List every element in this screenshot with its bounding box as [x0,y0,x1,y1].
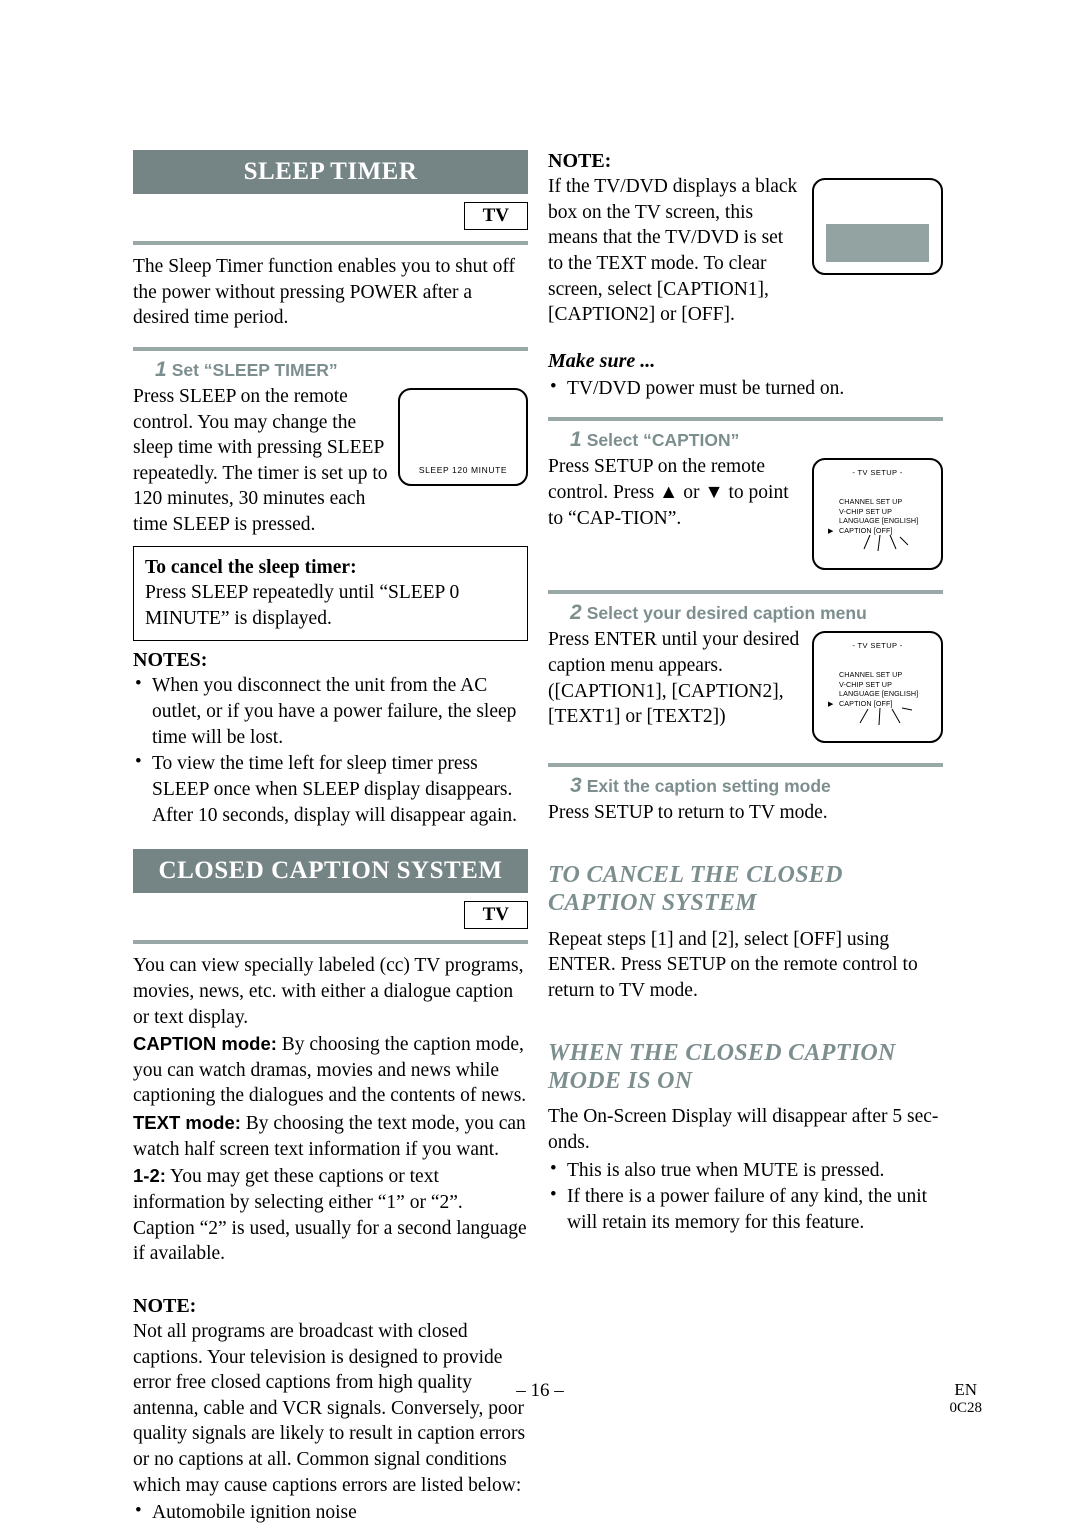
caption-mode-label: CAPTION mode: [133,1033,277,1055]
menu-title: - TV SETUP - [852,468,903,478]
figure-tv-setup-menu-step1: - TV SETUP - CHANNEL SET UP V-CHIP SET U… [812,458,943,571]
step-number: 3 [570,774,582,798]
list-item: When you disconnect the unit from the AC… [133,672,528,750]
menu-title: - TV SETUP - [852,641,903,651]
menu-items: CHANNEL SET UP V-CHIP SET UP LANGUAGE [E… [839,670,918,708]
when-caption-mode-on-text: The On-Screen Display will disappear aft… [548,1106,939,1153]
tv-badge-sleep-timer: TV [463,202,528,230]
step3-instruction: Press SETUP to return to TV mode. [548,802,828,824]
language-code: EN [954,1380,978,1399]
document-code: 0C28 [949,1400,982,1417]
divider-rule-step2 [548,590,943,595]
step-heading-select-caption: 1 Select “CAPTION” [548,428,943,452]
step-label: Exit the caption setting mode [586,776,831,797]
step-label: Set “SLEEP TIMER” [171,359,338,380]
one-two-text: You may get these captions or text infor… [133,1166,527,1265]
cancel-closed-caption-text: Repeat steps [1] and [2], select [OFF] u… [548,928,918,1002]
error-causes-list: Automobile ignition noise Electric motor… [133,1499,528,1528]
tv-badge-closed-caption: TV [463,901,528,930]
figure-text-mode-black-box [812,178,943,275]
subheading-cancel-closed-caption: TO CANCEL THE CLOSED CAPTION SYSTEM [548,862,843,916]
divider-rule [133,940,528,945]
section-banner-sleep-timer: SLEEP TIMER [133,150,528,194]
menu-item-channel-set-up: CHANNEL SET UP [839,497,903,507]
list-item: To view the time left for sleep timer pr… [133,750,528,828]
menu-item-v-chip-set-up: V-CHIP SET UP [839,506,892,516]
menu-item-language: LANGUAGE [ENGLISH] [839,689,919,699]
step-heading-exit-caption-mode: 3 Exit the caption setting mode [548,774,943,798]
closed-caption-note-heading: NOTE: [133,1294,197,1317]
divider-rule [133,241,528,245]
step-number: 1 [155,357,167,381]
tv-setup-menu-screen: - TV SETUP - CHANNEL SET UP V-CHIP SET U… [812,458,943,571]
blink-starburst-icon [863,535,909,552]
figure-tv-setup-menu-step2: - TV SETUP - CHANNEL SET UP V-CHIP SET U… [812,631,943,744]
right-note-heading: NOTE: [548,150,612,172]
text-mode-label: TEXT mode: [133,1112,241,1134]
page-footer: – 16 – EN 0C28 [0,1380,1080,1440]
menu-items: CHANNEL SET UP V-CHIP SET UP LANGUAGE [E… [839,497,918,535]
tv-setup-menu-screen: - TV SETUP - CHANNEL SET UP V-CHIP SET U… [812,631,943,744]
notes-heading: NOTES: [133,649,208,672]
subheading-when-caption-mode-on: WHEN THE CLOSED CAPTION MODE IS ON [548,1039,896,1094]
figure-sleep-timer-osd: SLEEP 120 MINUTE [398,387,528,486]
list-item: TV/DVD power must be turned on. [548,375,943,402]
make-sure-heading: Make sure ... [548,349,656,372]
tv-tag-row-closed-caption: TV [133,901,528,935]
closed-caption-intro: You can view specially labeled (cc) TV p… [133,955,524,1028]
black-box-overlay [826,224,929,262]
step-heading-select-caption-menu: 2 Select your desired caption menu [548,601,943,625]
manual-page: SLEEP TIMER TV The Sleep Timer function … [0,0,1080,1528]
step-label: Select your desired caption menu [586,603,867,624]
make-sure-list: TV/DVD power must be turned on. [548,375,943,402]
step-heading-set-sleep-timer: 1 Set “SLEEP TIMER” [133,358,528,382]
list-item: If there is a power failure of any kind,… [548,1183,943,1235]
section-banner-closed-caption: CLOSED CAPTION SYSTEM [133,849,528,894]
divider-rule-step1 [133,346,528,351]
menu-cursor-icon: ▶ [828,700,834,709]
sleep-timer-intro: The Sleep Timer function enables you to … [133,256,516,329]
right-column: NOTE: If the TV/DVD displays a black box… [548,150,943,1237]
divider-rule-step1 [548,417,943,422]
when-on-list: This is also true when MUTE is pressed. … [548,1157,943,1236]
page-number: – 16 – [516,1380,564,1401]
callout-heading: To cancel the sleep timer: [145,556,357,578]
divider-rule-step3 [548,763,943,768]
tv-screen-illustration [812,178,943,275]
callout-text: Press SLEEP repeatedly until “SLEEP 0 MI… [145,582,460,629]
menu-item-channel-set-up: CHANNEL SET UP [839,670,903,680]
step-number: 1 [570,428,582,452]
list-item: Automobile ignition noise [133,1499,528,1526]
step-label: Select “CAPTION” [586,430,740,451]
footer-codes: EN 0C28 [949,1380,982,1418]
osd-sleep-text: SLEEP 120 MINUTE [418,464,508,475]
list-item: This is also true when MUTE is pressed. [548,1157,943,1184]
caption-mode-paragraph: CAPTION mode: By choosing the caption mo… [133,1032,528,1109]
menu-item-v-chip-set-up: V-CHIP SET UP [839,679,892,689]
tv-tag-row-sleep-timer: TV [133,202,528,236]
left-column: SLEEP TIMER TV The Sleep Timer function … [133,150,528,1528]
one-two-paragraph: 1-2: You may get these captions or text … [133,1164,528,1267]
one-two-label: 1-2: [133,1165,166,1187]
step-number: 2 [570,601,582,625]
tv-screen-illustration: SLEEP 120 MINUTE [398,387,528,486]
callout-cancel-sleep-timer: To cancel the sleep timer: Press SLEEP r… [133,545,528,642]
blink-starburst-icon [859,707,913,726]
text-mode-paragraph: TEXT mode: By choosing the text mode, yo… [133,1111,528,1162]
menu-cursor-icon: ▶ [828,527,834,536]
menu-item-language: LANGUAGE [ENGLISH] [839,516,919,526]
sleep-timer-notes-list: When you disconnect the unit from the AC… [133,672,528,828]
